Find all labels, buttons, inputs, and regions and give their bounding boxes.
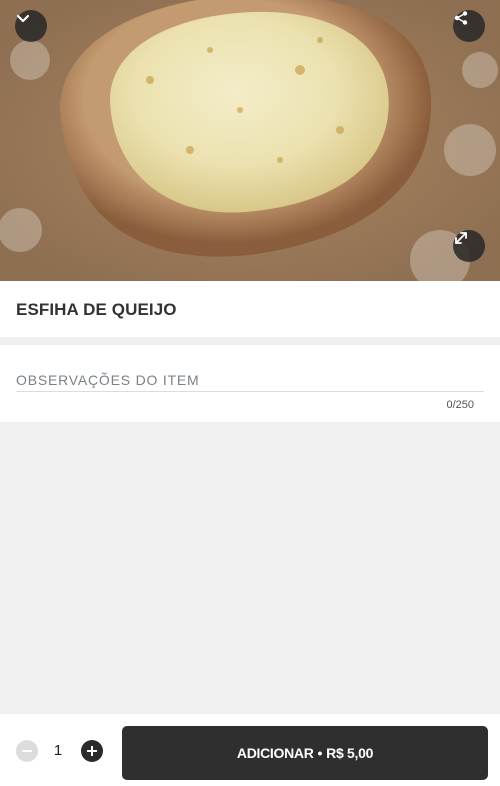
expand-image-button[interactable] — [453, 230, 485, 262]
add-button-price: R$ 5,00 — [326, 745, 374, 761]
quantity-value: 1 — [53, 742, 63, 759]
share-button[interactable] — [453, 10, 485, 42]
item-notes-section: 0/250 — [0, 345, 500, 422]
item-notes-input[interactable] — [16, 369, 484, 392]
increase-quantity-button[interactable] — [81, 740, 103, 762]
decrease-quantity-button[interactable] — [16, 740, 38, 762]
add-button-label: ADICIONAR — [236, 745, 314, 761]
item-title: ESFIHA DE QUEIJO — [16, 300, 177, 319]
add-to-cart-bar: 1 ADICIONAR • R$ 5,00 — [0, 714, 500, 786]
add-to-cart-button[interactable]: ADICIONAR • R$ 5,00 — [122, 726, 488, 780]
esfiha-photo — [0, 0, 500, 281]
add-button-separator: • — [317, 745, 323, 761]
collapse-button[interactable] — [15, 10, 47, 42]
product-image — [0, 0, 500, 281]
share-icon — [454, 11, 468, 25]
chevron-down-icon — [16, 14, 30, 23]
expand-icon — [455, 232, 467, 244]
notes-char-count: 0/250 — [446, 399, 474, 411]
item-title-section: ESFIHA DE QUEIJO — [0, 281, 500, 337]
